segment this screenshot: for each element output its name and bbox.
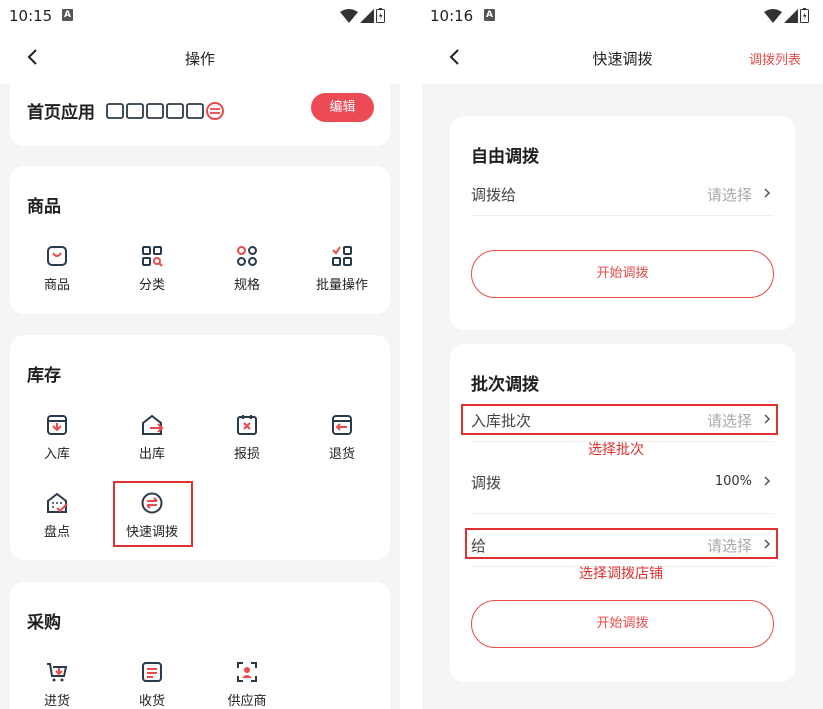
- grid-item-return[interactable]: 退货: [297, 413, 387, 462]
- signal-icon: [360, 8, 374, 23]
- status-bar: 10:16 A: [422, 0, 823, 34]
- bag-icon: [47, 246, 67, 266]
- grid-item-category[interactable]: 分类: [107, 244, 197, 293]
- cart-icon: [47, 663, 68, 682]
- grid-label: 收货: [138, 694, 165, 709]
- grid-item-purchase-in[interactable]: 进货: [12, 660, 102, 709]
- row-label: 调拨: [471, 474, 502, 492]
- grid-item-spec[interactable]: 规格: [202, 244, 292, 293]
- grid-label: 批量操作: [315, 278, 368, 293]
- purchase-card: 采购 进货 收货 供应商: [10, 582, 390, 709]
- grid-label: 规格: [233, 278, 260, 293]
- battery-icon: [376, 8, 385, 23]
- grid-label: 入库: [43, 447, 70, 462]
- row-value: 100%: [714, 474, 752, 489]
- annotation-select-store: 选择调拨店铺: [579, 566, 663, 582]
- grid-label: 进货: [43, 694, 70, 709]
- grid-label: 退货: [328, 447, 355, 462]
- goods-card: 商品 商品 分类 规格 批量操作: [10, 166, 390, 314]
- operations-content: 首页应用 编辑 商品 商品 分类 规格 批量操作 库存 入库 出库 报损 退货 …: [0, 84, 400, 709]
- grid-label: 分类: [138, 278, 165, 293]
- status-time: 10:15: [9, 7, 53, 25]
- home-app-icons-preview: [106, 102, 224, 120]
- grid-label: 报损: [233, 447, 260, 462]
- grid-item-supplier[interactable]: 供应商: [202, 660, 292, 709]
- status-time: 10:16: [430, 7, 474, 25]
- batch-transfer-card: 批次调拨 入库批次 请选择 选择批次 调拨 100% 给 请选择 选择调拨店铺 …: [450, 344, 795, 682]
- transfer-list-link[interactable]: 调拨列表: [749, 49, 801, 68]
- status-icons: [340, 8, 385, 23]
- signal-icon: [784, 8, 798, 23]
- free-transfer-card: 自由调拨 调拨给 请选择 开始调拨: [450, 116, 795, 330]
- notification-icon: A: [484, 9, 495, 21]
- grid-item-goods[interactable]: 商品: [12, 244, 102, 293]
- grid-item-damage[interactable]: 报损: [202, 413, 292, 462]
- nav-bar: 快速调拨 调拨列表: [422, 34, 823, 84]
- batch-icon: [332, 246, 352, 266]
- grid-item-batch[interactable]: 批量操作: [297, 244, 387, 293]
- row-value: 请选择: [706, 186, 752, 204]
- category-grid-icon: [142, 246, 163, 267]
- status-icons: [764, 8, 809, 23]
- transfer-ratio-row[interactable]: 调拨 100%: [471, 460, 774, 514]
- home-apps-card: 首页应用 编辑: [10, 84, 390, 146]
- grid-item-receive[interactable]: 收货: [107, 660, 197, 709]
- inbound-batch-highlight: [461, 404, 778, 435]
- chevron-right-icon: [764, 476, 771, 486]
- grid-label: 供应商: [227, 694, 267, 709]
- start-transfer-button[interactable]: 开始调拨: [471, 250, 774, 298]
- transfer-to-row[interactable]: 调拨给 请选择: [471, 172, 774, 216]
- home-apps-title: 首页应用: [27, 98, 225, 123]
- wifi-icon: [340, 8, 358, 23]
- inventory-card: 库存 入库 出库 报损 退货 盘点 快速调拨: [10, 335, 390, 560]
- battery-icon: [800, 8, 809, 23]
- grid-item-stocktake[interactable]: 盘点: [12, 491, 102, 540]
- quick-transfer-content: 自由调拨 调拨给 请选择 开始调拨 批次调拨 入库批次 请选择 选择批次 调拨 …: [422, 84, 823, 709]
- edit-button[interactable]: 编辑: [311, 93, 374, 122]
- row-label: 调拨给: [471, 186, 517, 204]
- grid-label: 商品: [43, 278, 70, 293]
- wifi-icon: [764, 8, 782, 23]
- free-transfer-title: 自由调拨: [471, 147, 539, 167]
- batch-transfer-title: 批次调拨: [471, 375, 539, 395]
- grid-label: 盘点: [43, 525, 70, 540]
- annotation-select-batch: 选择批次: [588, 442, 644, 458]
- stocktake-icon: [47, 492, 68, 513]
- grid-item-inbound[interactable]: 入库: [12, 413, 102, 462]
- damage-icon: [237, 415, 257, 435]
- goods-section-title: 商品: [27, 197, 61, 217]
- home-apps-title-text: 首页应用: [27, 103, 95, 123]
- quick-transfer-highlight: [113, 481, 193, 547]
- left-screen: 10:15 A 操作 首页应用 编辑 商品 商品 分类 规格 批量操作 库存 入…: [0, 0, 400, 709]
- receive-icon: [142, 662, 162, 682]
- page-title: 操作: [184, 50, 215, 68]
- outbound-icon: [142, 414, 164, 435]
- supplier-icon: [237, 662, 257, 682]
- grid-item-outbound[interactable]: 出库: [107, 413, 197, 462]
- start-batch-transfer-button[interactable]: 开始调拨: [471, 600, 774, 648]
- status-bar: 10:15 A: [0, 0, 400, 34]
- spec-grid-icon: [237, 246, 257, 266]
- right-screen: 10:16 A 快速调拨 调拨列表 自由调拨 调拨给 请选择 开始调拨 批次调拨: [422, 0, 823, 709]
- purchase-section-title: 采购: [27, 613, 61, 633]
- transfer-target-highlight: [465, 528, 778, 559]
- return-icon: [332, 415, 352, 435]
- inventory-section-title: 库存: [27, 366, 61, 386]
- grid-label: 出库: [138, 447, 165, 462]
- chevron-right-icon: [764, 188, 771, 198]
- inbound-icon: [47, 415, 67, 435]
- notification-icon: A: [62, 9, 73, 21]
- nav-bar: 操作: [0, 34, 400, 84]
